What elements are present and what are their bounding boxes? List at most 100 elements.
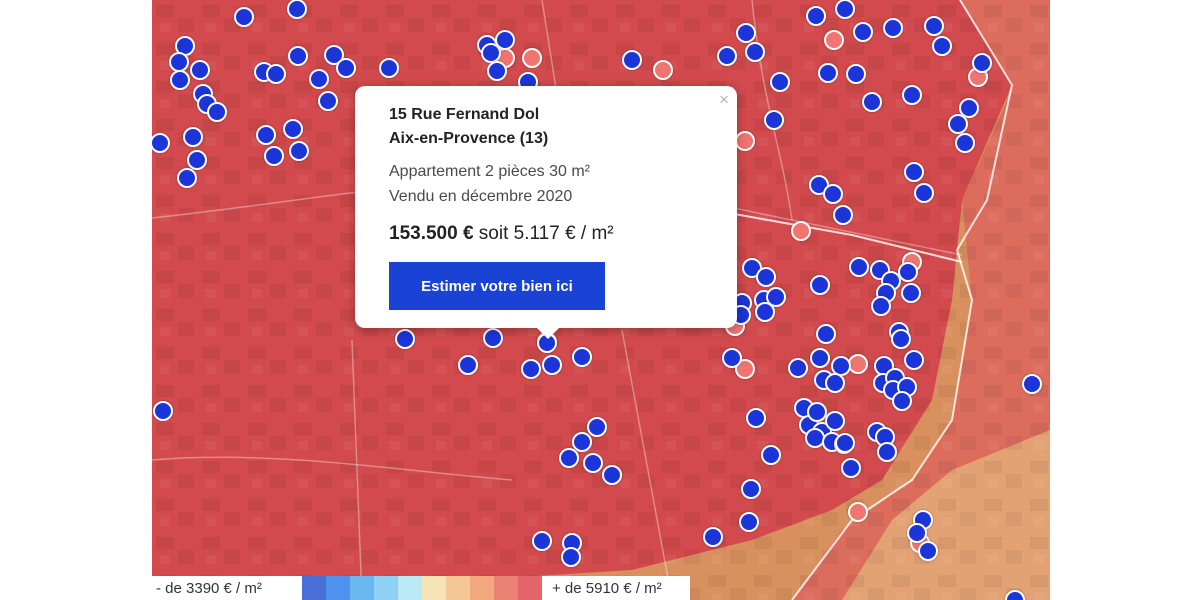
property-marker[interactable]	[902, 85, 922, 105]
property-marker[interactable]	[722, 348, 742, 368]
property-marker[interactable]	[848, 502, 868, 522]
property-marker[interactable]	[818, 63, 838, 83]
property-marker[interactable]	[924, 16, 944, 36]
property-marker[interactable]	[791, 221, 811, 241]
property-marker[interactable]	[871, 296, 891, 316]
property-marker[interactable]	[522, 48, 542, 68]
property-marker[interactable]	[825, 373, 845, 393]
property-marker[interactable]	[379, 58, 399, 78]
property-marker[interactable]	[833, 205, 853, 225]
property-marker[interactable]	[487, 61, 507, 81]
property-marker[interactable]	[807, 402, 827, 422]
property-marker[interactable]	[266, 64, 286, 84]
property-marker[interactable]	[287, 0, 307, 19]
property-marker[interactable]	[770, 72, 790, 92]
property-marker[interactable]	[495, 30, 515, 50]
property-marker[interactable]	[483, 328, 503, 348]
property-marker[interactable]	[755, 302, 775, 322]
popup-description: Appartement 2 pièces 30 m²	[389, 163, 590, 180]
property-marker[interactable]	[914, 183, 934, 203]
property-marker[interactable]	[532, 531, 552, 551]
property-marker[interactable]	[336, 58, 356, 78]
property-marker[interactable]	[653, 60, 673, 80]
property-marker[interactable]	[932, 36, 952, 56]
property-marker[interactable]	[572, 347, 592, 367]
property-marker[interactable]	[823, 184, 843, 204]
property-marker[interactable]	[955, 133, 975, 153]
estimate-button[interactable]: Estimer votre bien ici	[389, 262, 605, 310]
property-marker[interactable]	[289, 141, 309, 161]
property-marker[interactable]	[825, 411, 845, 431]
property-marker[interactable]	[841, 458, 861, 478]
property-marker[interactable]	[288, 46, 308, 66]
property-marker[interactable]	[883, 18, 903, 38]
legend-color-scale	[302, 576, 542, 600]
property-marker[interactable]	[318, 91, 338, 111]
legend-swatch	[446, 576, 470, 600]
property-marker[interactable]	[741, 479, 761, 499]
property-map[interactable]: × 15 Rue Fernand Dol Aix-en-Provence (13…	[152, 0, 1050, 600]
property-marker[interactable]	[703, 527, 723, 547]
property-marker[interactable]	[907, 523, 927, 543]
property-marker[interactable]	[761, 445, 781, 465]
property-marker[interactable]	[559, 448, 579, 468]
property-marker[interactable]	[846, 64, 866, 84]
property-marker[interactable]	[877, 442, 897, 462]
property-marker[interactable]	[736, 23, 756, 43]
property-marker[interactable]	[190, 60, 210, 80]
property-marker[interactable]	[183, 127, 203, 147]
property-marker[interactable]	[739, 512, 759, 532]
property-marker[interactable]	[746, 408, 766, 428]
property-marker[interactable]	[735, 131, 755, 151]
property-marker[interactable]	[256, 125, 276, 145]
property-marker[interactable]	[177, 168, 197, 188]
close-icon[interactable]: ×	[719, 90, 729, 110]
property-marker[interactable]	[948, 114, 968, 134]
property-marker[interactable]	[806, 6, 826, 26]
property-marker[interactable]	[849, 257, 869, 277]
property-marker[interactable]	[898, 262, 918, 282]
legend-swatch	[422, 576, 446, 600]
property-marker[interactable]	[892, 391, 912, 411]
property-marker[interactable]	[810, 275, 830, 295]
property-marker[interactable]	[587, 417, 607, 437]
property-marker[interactable]	[542, 355, 562, 375]
property-marker[interactable]	[207, 102, 227, 122]
property-marker[interactable]	[788, 358, 808, 378]
property-marker[interactable]	[853, 22, 873, 42]
property-marker[interactable]	[170, 70, 190, 90]
property-marker[interactable]	[816, 324, 836, 344]
property-marker[interactable]	[835, 433, 855, 453]
property-marker[interactable]	[309, 69, 329, 89]
property-marker[interactable]	[283, 119, 303, 139]
property-marker[interactable]	[904, 162, 924, 182]
property-marker[interactable]	[717, 46, 737, 66]
property-marker[interactable]	[918, 541, 938, 561]
property-marker[interactable]	[458, 355, 478, 375]
property-marker[interactable]	[561, 547, 581, 567]
property-marker[interactable]	[901, 283, 921, 303]
property-marker[interactable]	[972, 53, 992, 73]
property-marker[interactable]	[622, 50, 642, 70]
property-marker[interactable]	[810, 348, 830, 368]
property-marker[interactable]	[234, 7, 254, 27]
property-marker[interactable]	[169, 52, 189, 72]
property-marker[interactable]	[395, 329, 415, 349]
property-marker[interactable]	[264, 146, 284, 166]
property-marker[interactable]	[764, 110, 784, 130]
property-marker[interactable]	[904, 350, 924, 370]
property-marker[interactable]	[756, 267, 776, 287]
property-marker[interactable]	[153, 401, 173, 421]
property-marker[interactable]	[583, 453, 603, 473]
property-marker[interactable]	[824, 30, 844, 50]
property-marker[interactable]	[602, 465, 622, 485]
price-value: 153.500 €	[389, 223, 474, 244]
property-marker[interactable]	[1022, 374, 1042, 394]
property-marker[interactable]	[187, 150, 207, 170]
property-marker[interactable]	[521, 359, 541, 379]
property-marker[interactable]	[862, 92, 882, 112]
property-marker[interactable]	[745, 42, 765, 62]
property-marker[interactable]	[891, 329, 911, 349]
property-marker[interactable]	[835, 0, 855, 19]
property-marker[interactable]	[848, 354, 868, 374]
